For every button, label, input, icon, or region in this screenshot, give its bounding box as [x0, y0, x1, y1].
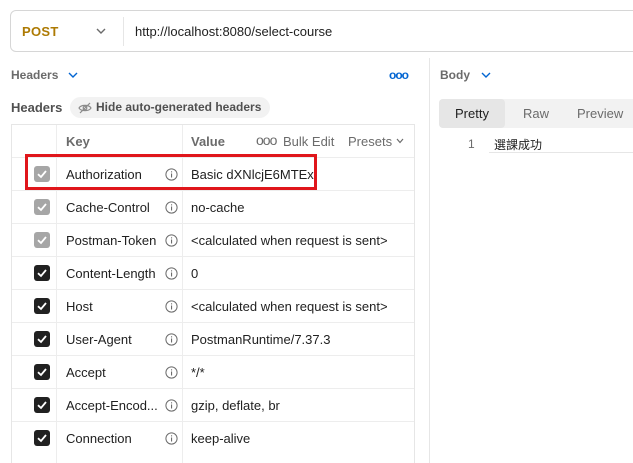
hide-autogen-label: Hide auto-generated headers [96, 100, 262, 114]
checkmark-icon [37, 401, 47, 410]
line-number: 1 [468, 137, 475, 151]
header-value[interactable]: <calculated when request is sent> [191, 299, 388, 314]
table-row: Content-Length 0 [12, 256, 414, 289]
headers-label: Headers [11, 100, 63, 115]
table-row: Connection keep-alive [12, 421, 414, 454]
checkmark-icon [37, 302, 47, 311]
info-icon[interactable] [165, 267, 178, 280]
table-row: Host <calculated when request is sent> [12, 289, 414, 322]
header-value[interactable]: no-cache [191, 200, 244, 215]
header-key[interactable]: Cache-Control [66, 200, 150, 215]
chevron-down-icon[interactable] [395, 136, 405, 146]
url-bar: POST http://localhost:8080/select-course [10, 10, 633, 52]
row-checkbox[interactable] [34, 232, 50, 248]
row-checkbox[interactable] [34, 364, 50, 380]
hide-autogen-headers-button[interactable]: Hide auto-generated headers [70, 97, 271, 118]
url-input[interactable]: http://localhost:8080/select-course [135, 24, 332, 39]
more-options-icon[interactable]: ooo [389, 68, 409, 82]
header-key[interactable]: Accept-Encod... [66, 398, 158, 413]
more-options-icon[interactable]: ooo [256, 132, 277, 148]
row-checkbox[interactable] [34, 265, 50, 281]
info-icon[interactable] [165, 300, 178, 313]
header-key[interactable]: Host [66, 299, 93, 314]
header-value[interactable]: keep-alive [191, 431, 250, 446]
header-key[interactable]: Accept [66, 365, 106, 380]
body-section-title[interactable]: Body [440, 68, 470, 82]
header-key[interactable]: Content-Length [66, 266, 156, 281]
chevron-down-icon[interactable] [67, 69, 79, 81]
bulk-edit-button[interactable]: Bulk Edit [283, 134, 334, 149]
info-icon[interactable] [165, 432, 178, 445]
value-column-header: Value [191, 134, 225, 149]
info-icon[interactable] [165, 366, 178, 379]
table-row: Accept */* [12, 355, 414, 388]
row-checkbox[interactable] [34, 298, 50, 314]
authorization-highlight [25, 154, 317, 190]
table-row: Cache-Control no-cache [12, 190, 414, 223]
tab-preview[interactable]: Preview [567, 99, 633, 128]
header-key[interactable]: User-Agent [66, 332, 132, 347]
pane-divider[interactable] [429, 58, 430, 463]
checkmark-icon [37, 269, 47, 278]
divider [489, 152, 633, 153]
eye-off-icon [78, 102, 92, 114]
key-column-header: Key [66, 134, 90, 149]
checkmark-icon [37, 434, 47, 443]
header-key[interactable]: Postman-Token [66, 233, 156, 248]
header-key[interactable]: Connection [66, 431, 132, 446]
checkmark-icon [37, 368, 47, 377]
table-row: User-Agent PostmanRuntime/7.37.3 [12, 322, 414, 355]
checkmark-icon [37, 236, 47, 245]
tab-pretty[interactable]: Pretty [439, 99, 505, 128]
tab-raw[interactable]: Raw [505, 99, 567, 128]
info-icon[interactable] [165, 234, 178, 247]
info-icon[interactable] [165, 399, 178, 412]
headers-section-title[interactable]: Headers [11, 68, 58, 82]
row-checkbox[interactable] [34, 397, 50, 413]
header-value[interactable]: gzip, deflate, br [191, 398, 280, 413]
row-checkbox[interactable] [34, 430, 50, 446]
chevron-down-icon[interactable] [95, 25, 107, 37]
table-row: Accept-Encod... gzip, deflate, br [12, 388, 414, 421]
response-view-tabs: Pretty Raw Preview [439, 99, 633, 128]
header-value[interactable]: 0 [191, 266, 198, 281]
presets-dropdown[interactable]: Presets [348, 134, 392, 149]
info-icon[interactable] [165, 201, 178, 214]
header-value[interactable]: */* [191, 365, 205, 380]
divider [123, 17, 124, 46]
checkmark-icon [37, 203, 47, 212]
chevron-down-icon[interactable] [480, 69, 492, 81]
method-select[interactable]: POST [22, 24, 59, 39]
info-icon[interactable] [165, 333, 178, 346]
checkmark-icon [37, 335, 47, 344]
row-checkbox[interactable] [34, 199, 50, 215]
row-checkbox[interactable] [34, 331, 50, 347]
response-body-text: 選課成功 [494, 138, 543, 152]
table-row: Postman-Token <calculated when request is… [12, 223, 414, 256]
header-value[interactable]: <calculated when request is sent> [191, 233, 388, 248]
header-value[interactable]: PostmanRuntime/7.37.3 [191, 332, 330, 347]
